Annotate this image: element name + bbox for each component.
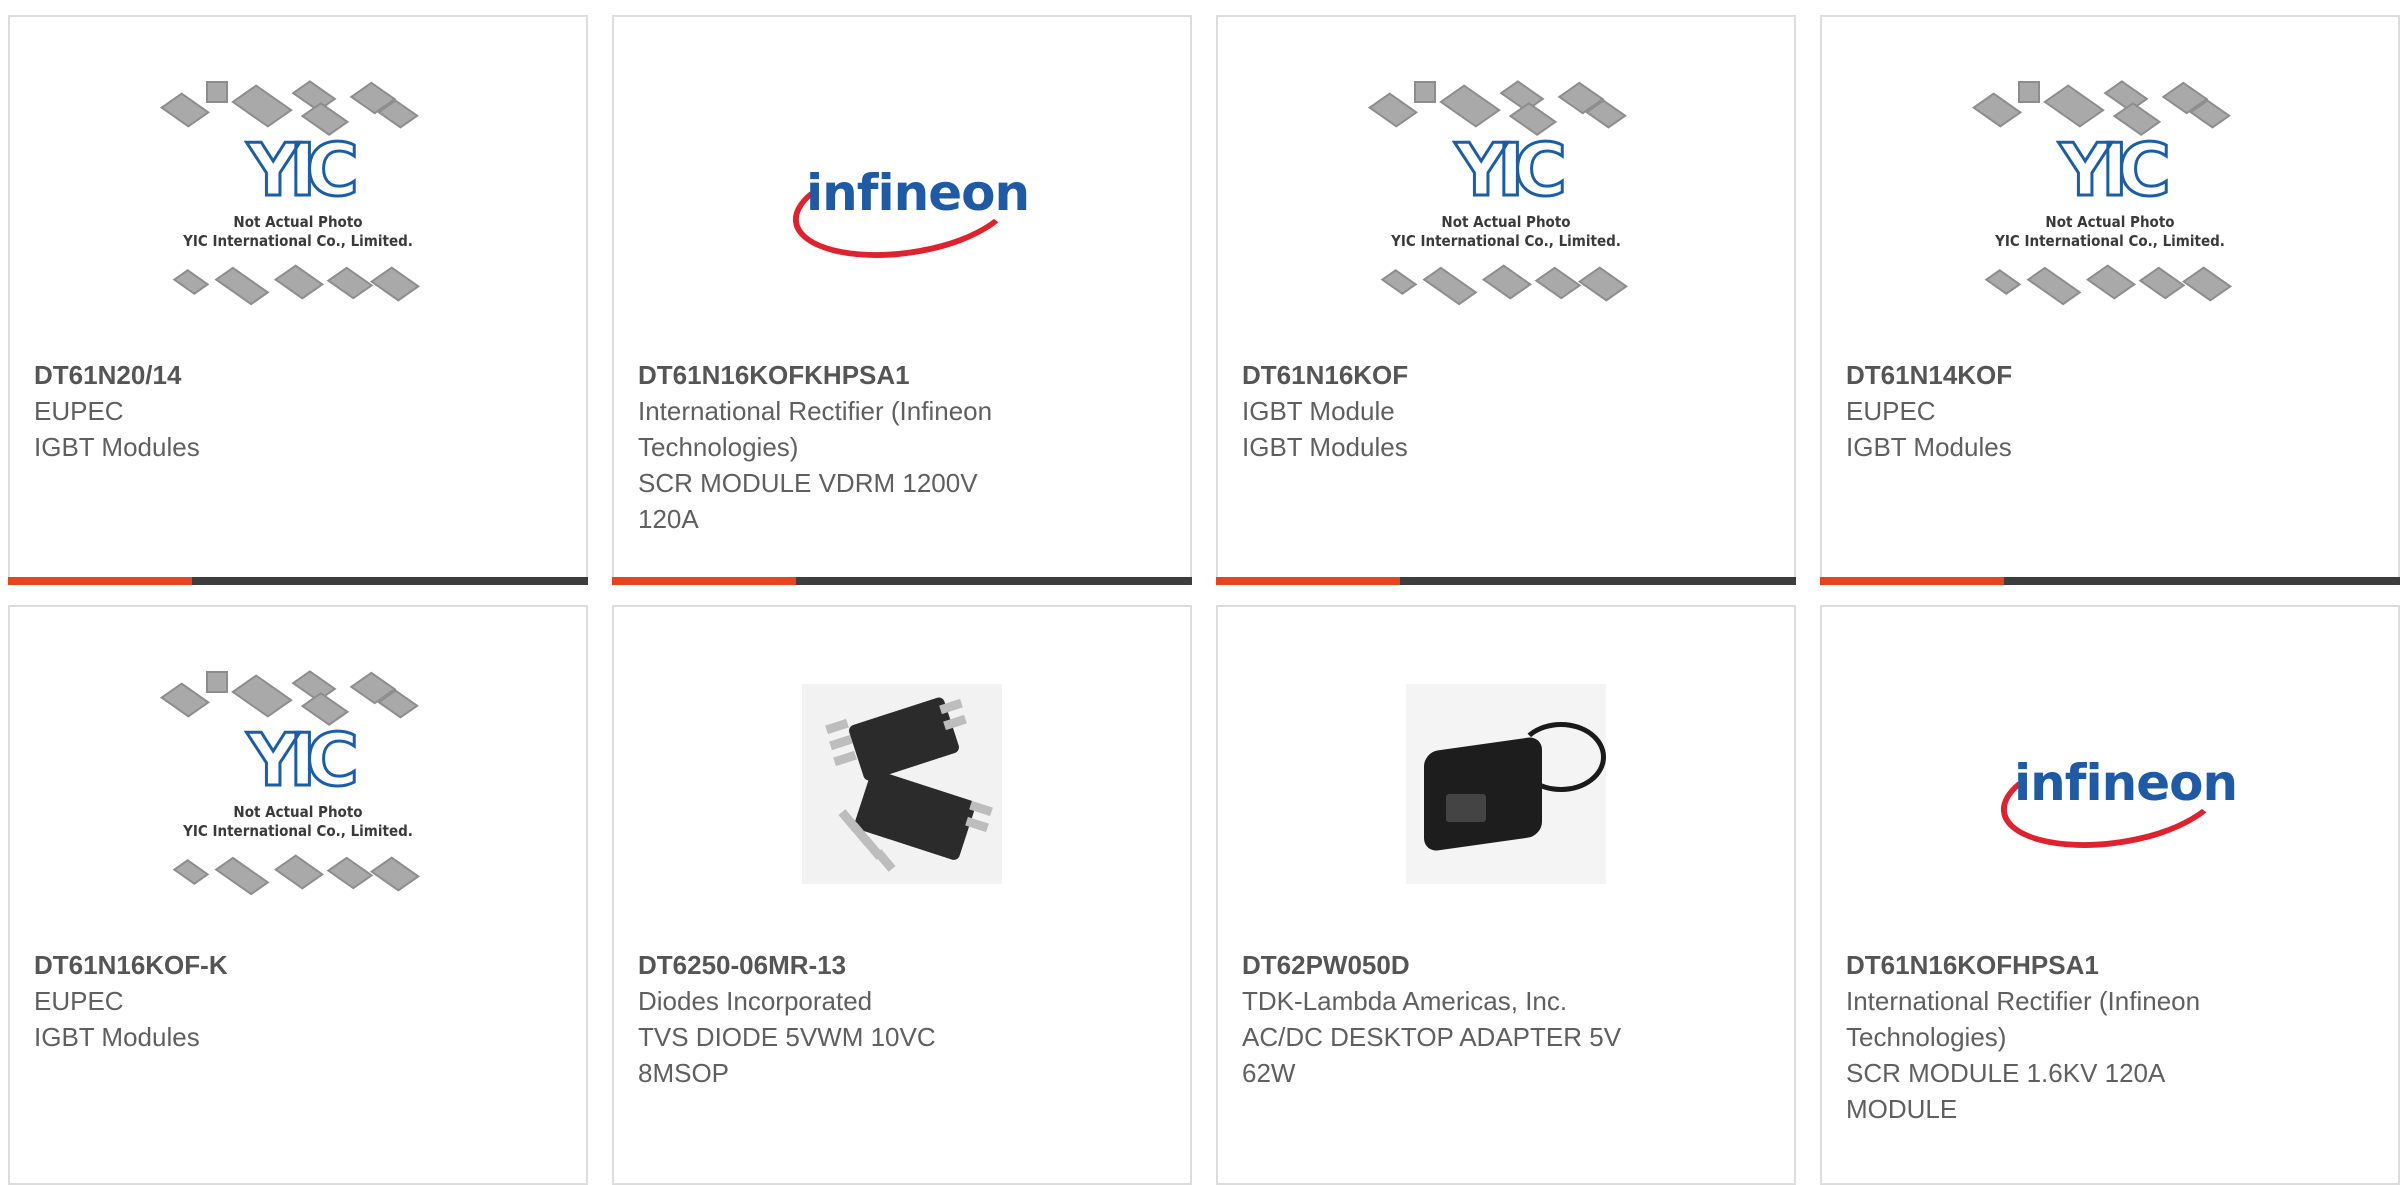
product-image[interactable]: YIC Not Actual Photo YIC International C… <box>1822 80 2398 306</box>
image-caption: Not Actual Photo <box>1441 213 1571 231</box>
description: SCR MODULE VDRM 1200V <box>638 468 978 498</box>
yic-logo: YIC <box>246 718 361 802</box>
yic-placeholder-image: YIC Not Actual Photo YIC International C… <box>1970 79 2250 309</box>
card-accent <box>612 577 796 585</box>
card-accent <box>1820 577 2004 585</box>
product-info: DT6250-06MR-13 Diodes Incorporated TVS D… <box>638 947 1166 1091</box>
manufacturer: International Rectifier (Infineon <box>1846 986 2201 1016</box>
product-info: DT61N16KOFKHPSA1 International Rectifier… <box>638 357 1166 537</box>
product-image[interactable]: YIC Not Actual Photo YIC International C… <box>10 80 586 306</box>
manufacturer: Diodes Incorporated <box>638 986 873 1016</box>
product-info: DT62PW050D TDK-Lambda Americas, Inc. AC/… <box>1242 947 1770 1091</box>
manufacturer: EUPEC <box>34 986 124 1016</box>
image-caption: YIC International Co., Limited. <box>1995 232 2225 250</box>
product-card[interactable]: infineon DT61N16KOFKHPSA1 International … <box>612 15 1192 585</box>
logo-wordmark: infineon <box>2014 754 2238 812</box>
description: IGBT Modules <box>1846 432 2012 462</box>
product-info: DT61N16KOFHPSA1 International Rectifier … <box>1846 947 2374 1127</box>
part-number[interactable]: DT61N16KOFKHPSA1 <box>638 357 1166 393</box>
image-caption: YIC International Co., Limited. <box>1391 232 1621 250</box>
product-info: DT61N16KOF-K EUPEC IGBT Modules <box>34 947 562 1055</box>
product-card[interactable]: YIC Not Actual Photo YIC International C… <box>8 15 588 585</box>
card-footer-bar <box>612 577 1192 585</box>
description: IGBT Modules <box>34 432 200 462</box>
manufacturer: EUPEC <box>34 396 124 426</box>
part-number[interactable]: DT61N16KOFHPSA1 <box>1846 947 2374 983</box>
part-number[interactable]: DT61N14KOF <box>1846 357 2374 393</box>
manufacturer: IGBT Module <box>1242 396 1395 426</box>
description: MODULE <box>1846 1094 1958 1124</box>
product-grid: YIC Not Actual Photo YIC International C… <box>0 0 2400 1185</box>
product-image[interactable]: YIC Not Actual Photo YIC International C… <box>10 670 586 896</box>
yic-logo: YIC <box>246 128 361 212</box>
product-image[interactable]: YIC Not Actual Photo YIC International C… <box>1218 80 1794 306</box>
yic-logo: YIC <box>2058 128 2173 212</box>
manufacturer: Technologies) <box>638 432 799 462</box>
description: SCR MODULE 1.6KV 120A <box>1846 1058 2166 1088</box>
card-footer-bar <box>8 577 588 585</box>
manufacturer: International Rectifier (Infineon <box>638 396 993 426</box>
product-image[interactable] <box>614 679 1190 889</box>
yic-placeholder-image: YIC Not Actual Photo YIC International C… <box>158 79 438 309</box>
card-footer-bar <box>1820 577 2400 585</box>
card-accent <box>1216 577 1400 585</box>
description: 120A <box>638 504 699 534</box>
manufacturer: TDK-Lambda Americas, Inc. <box>1242 986 1568 1016</box>
infineon-logo: infineon <box>786 142 1030 272</box>
image-caption: Not Actual Photo <box>233 213 363 231</box>
product-info: DT61N14KOF EUPEC IGBT Modules <box>1846 357 2374 465</box>
product-info: DT61N20/14 EUPEC IGBT Modules <box>34 357 562 465</box>
product-info: DT61N16KOF IGBT Module IGBT Modules <box>1242 357 1770 465</box>
yic-placeholder-image: YIC Not Actual Photo YIC International C… <box>1366 79 1646 309</box>
product-card[interactable]: YIC Not Actual Photo YIC International C… <box>1820 15 2400 585</box>
description: IGBT Modules <box>1242 432 1408 462</box>
product-card[interactable]: DT62PW050D TDK-Lambda Americas, Inc. AC/… <box>1216 605 1796 1185</box>
product-card[interactable]: DT6250-06MR-13 Diodes Incorporated TVS D… <box>612 605 1192 1185</box>
image-caption: YIC International Co., Limited. <box>183 822 413 840</box>
part-number[interactable]: DT62PW050D <box>1242 947 1770 983</box>
part-number[interactable]: DT61N20/14 <box>34 357 562 393</box>
description: TVS DIODE 5VWM 10VC <box>638 1022 936 1052</box>
description: AC/DC DESKTOP ADAPTER 5V <box>1242 1022 1622 1052</box>
card-footer-bar <box>1216 577 1796 585</box>
description: 8MSOP <box>638 1058 730 1088</box>
product-card[interactable]: infineon DT61N16KOFHPSA1 International R… <box>1820 605 2400 1185</box>
product-card[interactable]: YIC Not Actual Photo YIC International C… <box>1216 15 1796 585</box>
image-caption: Not Actual Photo <box>233 803 363 821</box>
part-number[interactable]: DT61N16KOF-K <box>34 947 562 983</box>
product-image[interactable]: infineon <box>614 89 1190 299</box>
product-image[interactable] <box>1218 679 1794 889</box>
manufacturer: EUPEC <box>1846 396 1936 426</box>
product-card[interactable]: YIC Not Actual Photo YIC International C… <box>8 605 588 1185</box>
description: IGBT Modules <box>34 1022 200 1052</box>
yic-placeholder-image: YIC Not Actual Photo YIC International C… <box>158 669 438 899</box>
description: 62W <box>1242 1058 1296 1088</box>
manufacturer: Technologies) <box>1846 1022 2007 1052</box>
infineon-logo: infineon <box>1994 732 2238 862</box>
part-number[interactable]: DT61N16KOF <box>1242 357 1770 393</box>
msop-chip-photo <box>802 684 1002 884</box>
power-adapter-photo <box>1406 684 1606 884</box>
image-caption: Not Actual Photo <box>2045 213 2175 231</box>
yic-logo: YIC <box>1454 128 1569 212</box>
image-caption: YIC International Co., Limited. <box>183 232 413 250</box>
logo-wordmark: infineon <box>806 164 1030 222</box>
part-number[interactable]: DT6250-06MR-13 <box>638 947 1166 983</box>
product-image[interactable]: infineon <box>1822 679 2398 889</box>
card-accent <box>8 577 192 585</box>
